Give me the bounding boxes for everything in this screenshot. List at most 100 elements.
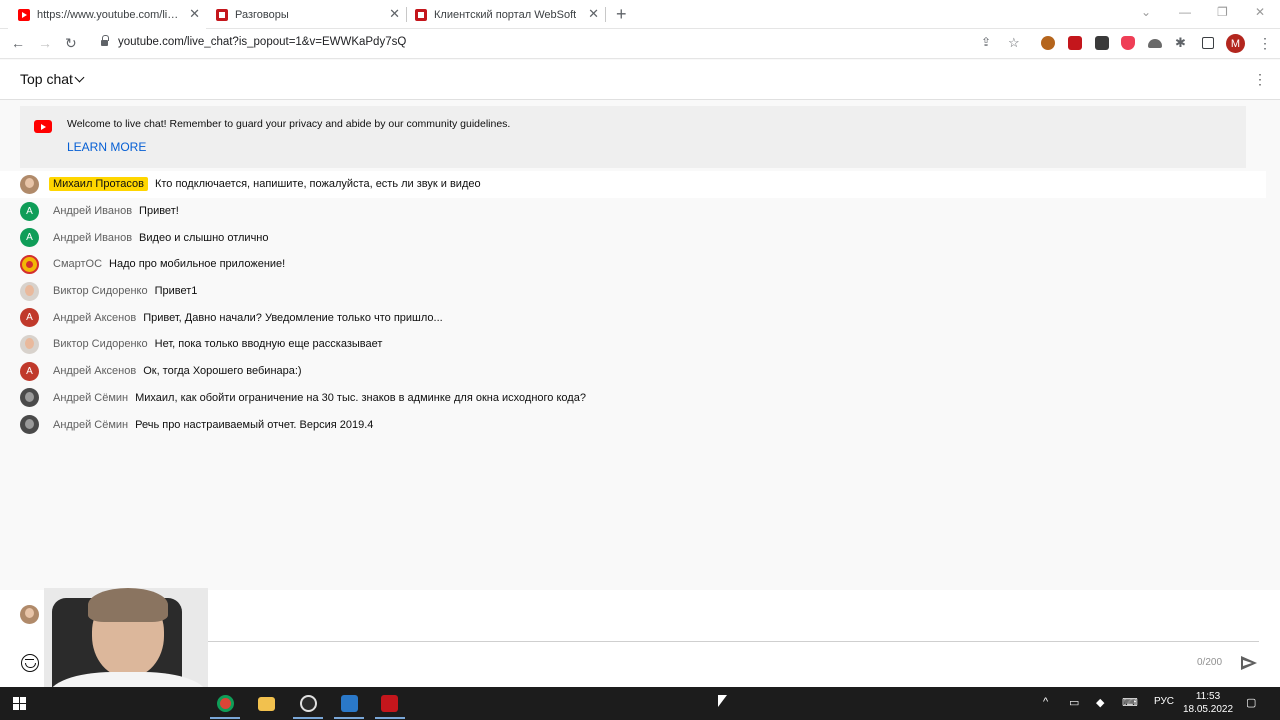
extension-icon[interactable] — [1148, 39, 1162, 48]
active-app-indicator — [334, 717, 364, 719]
minimize-window-button[interactable]: — — [1179, 5, 1191, 19]
profile-avatar[interactable]: M — [1226, 34, 1245, 53]
author-avatar[interactable]: А — [20, 361, 39, 381]
chat-message[interactable]: СмартОС Надо про мобильное приложение! — [0, 251, 1266, 278]
author-avatar[interactable] — [20, 334, 39, 354]
author-name[interactable]: Андрей Сёмин — [53, 419, 128, 431]
chat-message[interactable]: Андрей Сёмин Речь про настраиваемый отче… — [0, 411, 1266, 438]
author-avatar[interactable]: А — [20, 228, 39, 248]
forward-button[interactable]: → — [38, 35, 52, 51]
tab-youtube-live-chat[interactable]: https://www.youtube.com/live_chat?is_pop… — [8, 0, 206, 29]
close-tab-icon[interactable]: ✕ — [389, 7, 400, 21]
tab-conversations[interactable]: Разговоры ✕ — [208, 0, 406, 29]
tab-title: Разговоры — [235, 8, 289, 21]
author-avatar[interactable] — [20, 174, 39, 194]
file-explorer-icon[interactable] — [258, 697, 275, 711]
author-name[interactable]: Андрей Сёмин — [53, 392, 128, 404]
chat-message[interactable]: Виктор Сидоренко Привет1 — [0, 278, 1266, 305]
message-text: Привет1 — [154, 285, 198, 298]
author-name[interactable]: СмартОС — [53, 258, 102, 270]
youtube-icon — [34, 120, 52, 133]
tab-title: Клиентский портал WebSoft — [434, 8, 577, 21]
websoft-icon[interactable] — [381, 695, 398, 712]
tray-device-icon[interactable]: ▭ — [1069, 696, 1079, 709]
chat-message[interactable]: А Андрей Аксенов Ок, тогда Хорошего веби… — [0, 358, 1266, 385]
author-name[interactable]: Виктор Сидоренко — [53, 338, 148, 350]
close-tab-icon[interactable]: ✕ — [189, 7, 200, 21]
chat-message[interactable]: А Андрей Аксенов Привет, Давно начали? У… — [0, 304, 1266, 331]
author-avatar[interactable]: А — [20, 201, 39, 221]
language-indicator[interactable]: РУС — [1154, 696, 1174, 707]
author-name[interactable]: Андрей Аксенов — [53, 312, 136, 324]
tray-overflow-icon[interactable]: ^ — [1043, 696, 1048, 708]
browser-toolbar: ← → ↻ youtube.com/live_chat?is_popout=1&… — [0, 29, 1280, 59]
obs-icon[interactable] — [300, 695, 317, 712]
lock-icon[interactable] — [101, 35, 109, 46]
keyboard-icon[interactable]: ⌨ — [1122, 696, 1138, 709]
emoji-icon[interactable] — [21, 654, 39, 672]
mouse-cursor-icon — [718, 695, 727, 707]
close-tab-icon[interactable]: ✕ — [588, 7, 599, 21]
message-text: Ок, тогда Хорошего вебинара:) — [143, 365, 302, 378]
chat-message[interactable]: Андрей Сёмин Михаил, как обойти ограниче… — [0, 385, 1266, 412]
chevron-down-icon[interactable] — [74, 72, 85, 83]
back-button[interactable]: ← — [11, 35, 25, 51]
extension-icon[interactable] — [1068, 36, 1082, 50]
app-window-icon[interactable] — [341, 695, 358, 712]
chat-message-input[interactable] — [53, 641, 1259, 642]
chat-message[interactable]: Михаил Протасов Кто подключается, напиши… — [0, 171, 1266, 198]
webcam-presenter-hair — [88, 588, 168, 622]
author-avatar[interactable] — [20, 254, 39, 274]
author-name[interactable]: Виктор Сидоренко — [53, 285, 148, 297]
taskbar-clock[interactable]: 11:53 18.05.2022 — [1181, 690, 1235, 716]
chat-mode-dropdown[interactable]: Top chat — [20, 71, 73, 87]
reload-button[interactable]: ↻ — [65, 35, 77, 52]
character-counter: 0/200 — [1197, 657, 1223, 668]
author-name[interactable]: Андрей Аксенов — [53, 365, 136, 377]
tab-search-icon[interactable]: ⌄ — [1141, 5, 1151, 19]
author-avatar[interactable]: А — [20, 308, 39, 328]
extension-icon[interactable] — [1041, 36, 1055, 50]
author-avatar[interactable] — [20, 281, 39, 301]
tab-websoft-portal[interactable]: Клиентский портал WebSoft ✕ — [407, 0, 605, 29]
windows-start-icon[interactable] — [13, 697, 27, 711]
tab-title: https://www.youtube.com/live_chat?is_pop… — [37, 8, 183, 21]
active-app-indicator — [210, 717, 240, 719]
address-bar[interactable]: youtube.com/live_chat?is_popout=1&v=EWWK… — [118, 36, 406, 48]
message-text: Кто подключается, напишите, пожалуйста, … — [154, 178, 481, 191]
browser-tab-strip: https://www.youtube.com/live_chat?is_pop… — [0, 0, 1280, 29]
maximize-window-button[interactable]: ❐ — [1217, 5, 1228, 19]
author-name[interactable]: Андрей Иванов — [53, 232, 132, 244]
extension-icon[interactable] — [1095, 36, 1109, 50]
notifications-icon[interactable]: ▢ — [1246, 696, 1256, 709]
more-options-icon[interactable]: ⋮ — [1253, 71, 1267, 88]
dropbox-icon[interactable]: ◆ — [1096, 696, 1104, 709]
new-tab-button[interactable]: + — [616, 4, 627, 25]
chrome-icon[interactable] — [217, 695, 234, 712]
message-text: Надо про мобильное приложение! — [109, 258, 286, 271]
active-app-indicator — [293, 717, 323, 719]
message-text: Речь про настраиваемый отчет. Версия 201… — [135, 418, 374, 431]
active-app-indicator — [375, 717, 405, 719]
share-icon[interactable]: ⇪ — [981, 35, 991, 49]
close-window-button[interactable]: ✕ — [1255, 5, 1265, 19]
author-avatar[interactable] — [20, 388, 39, 408]
message-text: Михаил, как обойти ограничение на 30 тыс… — [135, 391, 586, 404]
message-text: Нет, пока только вводную еще рассказывае… — [154, 338, 383, 351]
send-icon[interactable] — [1241, 656, 1257, 670]
side-panel-icon[interactable] — [1202, 37, 1214, 49]
chat-message[interactable]: А Андрей Иванов Привет! — [0, 198, 1266, 225]
message-text: Видео и слышно отлично — [139, 231, 269, 244]
author-name[interactable]: Михаил Протасов — [49, 177, 148, 192]
puzzle-icon[interactable]: ✱ — [1175, 35, 1186, 51]
pocket-icon[interactable] — [1121, 36, 1135, 50]
banner-text: Welcome to live chat! Remember to guard … — [67, 118, 511, 130]
browser-menu-icon[interactable]: ⋮ — [1258, 35, 1272, 52]
author-name[interactable]: Андрей Иванов — [53, 205, 132, 217]
chat-message[interactable]: Виктор Сидоренко Нет, пока только вводну… — [0, 331, 1266, 358]
chat-message[interactable]: А Андрей Иванов Видео и слышно отлично — [0, 224, 1266, 251]
bookmark-star-icon[interactable]: ☆ — [1008, 35, 1020, 51]
author-avatar[interactable] — [20, 415, 39, 435]
clock-time: 11:53 — [1195, 691, 1221, 702]
learn-more-link[interactable]: LEARN MORE — [67, 140, 146, 154]
